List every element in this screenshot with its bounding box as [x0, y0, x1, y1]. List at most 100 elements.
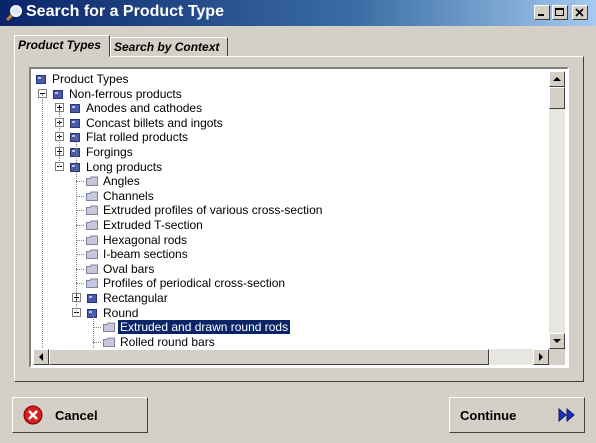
scrollbar-corner — [549, 349, 565, 365]
category-icon — [70, 133, 80, 143]
tree-connector — [93, 327, 101, 329]
tree-connector — [76, 268, 84, 270]
tree-connector — [76, 254, 84, 256]
maximize-icon — [555, 8, 564, 16]
tree-node-label: Profiles of periodical cross-section — [103, 276, 286, 291]
tab-product-types[interactable]: Product Types — [14, 35, 110, 57]
tree-connector — [93, 341, 101, 343]
vertical-scrollbar[interactable] — [549, 71, 565, 349]
tree-node-label: Long products — [86, 159, 163, 174]
tree-node-label: Extruded profiles of various cross-secti… — [103, 203, 323, 218]
category-icon — [53, 89, 63, 99]
folder-icon — [103, 322, 115, 333]
tree-guide-line — [76, 137, 77, 313]
vertical-scroll-thumb[interactable] — [549, 87, 565, 109]
tree-node[interactable]: Round — [31, 306, 551, 320]
folder-icon — [86, 249, 98, 260]
fast-forward-icon — [558, 408, 575, 422]
category-icon — [87, 294, 97, 303]
folder-icon — [103, 337, 115, 347]
tree-node-label: Oval bars — [103, 261, 155, 276]
tree-guide-line — [42, 93, 43, 357]
maximize-button[interactable] — [552, 5, 568, 20]
product-type-tree: Product Types Non-ferrous products Anodes … — [29, 67, 569, 368]
continue-label: Continue — [460, 408, 517, 423]
window-title: Search for a Product Type — [26, 3, 224, 20]
tree-connector — [76, 195, 84, 197]
tree-node[interactable]: Angles — [31, 174, 551, 188]
tree-node[interactable]: Extruded and drawn round rods — [31, 319, 551, 336]
tree-node[interactable]: Oval bars — [31, 262, 551, 276]
tree-node-label: Channels — [103, 188, 154, 203]
folder-icon — [86, 220, 98, 230]
horizontal-scroll-thumb[interactable] — [49, 349, 489, 365]
tree-node[interactable]: Rolled round bars — [31, 335, 551, 349]
folder-icon — [86, 278, 98, 289]
arrow-up-icon — [553, 77, 561, 81]
category-icon — [70, 118, 80, 128]
tree-node[interactable]: Anodes and cathodes — [31, 101, 551, 115]
tree-node[interactable]: Rectangular — [31, 291, 551, 305]
tree-node-label: Product Types — [52, 72, 129, 86]
scroll-left-button[interactable] — [33, 349, 49, 365]
folder-icon — [86, 235, 98, 245]
tree-node-label: I-beam sections — [103, 247, 188, 262]
tree-node[interactable]: Forgings — [31, 145, 551, 159]
category-icon — [36, 75, 46, 84]
tree-node-label: Rectangular — [103, 291, 168, 305]
tree-node[interactable]: Product Types — [31, 72, 551, 86]
tab-search-by-context[interactable]: Search by Context — [110, 37, 228, 57]
close-icon — [575, 8, 584, 17]
tree-node-label: Hexagonal rods — [103, 232, 188, 247]
title-bar: Search for a Product Type — [0, 0, 596, 26]
horizontal-scrollbar[interactable] — [33, 349, 549, 365]
cancel-button[interactable]: Cancel — [12, 397, 148, 433]
minimize-button[interactable] — [534, 5, 550, 20]
tree-node[interactable]: Hexagonal rods — [31, 233, 551, 247]
tree-node-label: Extruded and drawn round rods — [116, 319, 292, 336]
category-icon — [87, 308, 97, 318]
tree-node-label: Flat rolled products — [86, 130, 189, 145]
magnifier-icon — [5, 5, 22, 22]
tree-connector — [76, 225, 84, 226]
scroll-down-button[interactable] — [549, 333, 565, 349]
tree-node-label: Rolled round bars — [120, 334, 215, 349]
category-icon — [70, 162, 80, 172]
tree-node[interactable]: Profiles of periodical cross-section — [31, 276, 551, 290]
arrow-left-icon — [39, 353, 43, 361]
tree-node[interactable]: Long products — [31, 160, 551, 174]
tree-node-label: Concast billets and ingots — [86, 115, 223, 130]
folder-icon — [86, 264, 98, 274]
tree-node[interactable]: Extruded profiles of various cross-secti… — [31, 203, 551, 217]
folder-icon — [86, 176, 98, 187]
arrow-right-icon — [539, 353, 543, 361]
tree-node[interactable]: Extruded T-section — [31, 218, 551, 232]
folder-icon — [86, 191, 98, 201]
tree-node-label: Anodes and cathodes — [86, 101, 203, 116]
scroll-up-button[interactable] — [549, 71, 565, 87]
tree-node[interactable]: Concast billets and ingots — [31, 116, 551, 130]
close-button[interactable] — [572, 5, 588, 20]
arrow-down-icon — [553, 339, 561, 343]
tree-node[interactable]: Channels — [31, 189, 551, 203]
tree-connector — [76, 239, 84, 241]
minimize-icon — [538, 14, 544, 16]
scroll-right-button[interactable] — [533, 349, 549, 365]
continue-button[interactable]: Continue — [449, 397, 585, 433]
tree-connector — [76, 181, 84, 183]
cancel-label: Cancel — [55, 408, 98, 423]
tree-connector — [76, 210, 84, 212]
tree-guide-line — [59, 108, 60, 167]
tree-node[interactable]: Flat rolled products — [31, 130, 551, 144]
tree-node-label: Non-ferrous products — [69, 86, 182, 101]
tree-node-label: Forgings — [86, 145, 133, 159]
tree-node[interactable]: Non-ferrous products — [31, 87, 551, 101]
tree-node-label: Extruded T-section — [103, 218, 203, 232]
category-icon — [70, 104, 80, 114]
tree-node-label: Angles — [103, 174, 140, 189]
tree-node-label: Round — [103, 305, 139, 320]
category-icon — [70, 148, 80, 157]
tree-node[interactable]: I-beam sections — [31, 247, 551, 261]
tree-connector — [76, 283, 84, 285]
folder-icon — [86, 205, 98, 216]
